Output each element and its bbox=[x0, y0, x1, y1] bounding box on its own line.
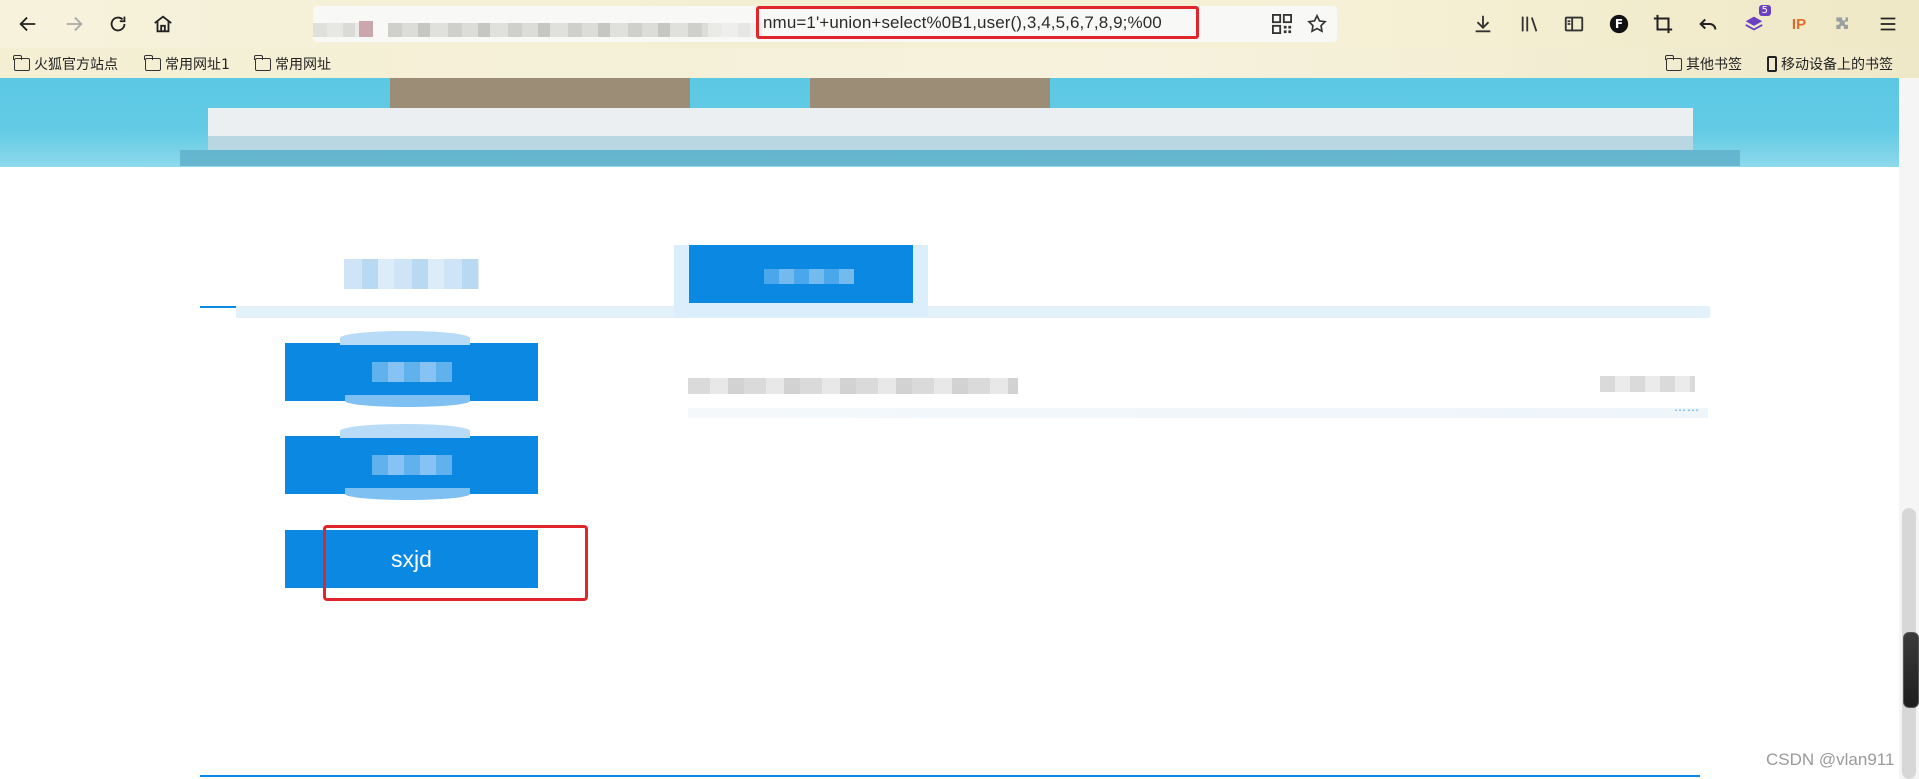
menu-button[interactable] bbox=[1875, 11, 1901, 37]
bookmark-label: 移动设备上的书签 bbox=[1781, 57, 1893, 73]
banner-blurred-image bbox=[810, 78, 1050, 108]
content-divider bbox=[688, 408, 1708, 418]
url-query-highlight: nmu=1'+union+select%0B1,user(),3,4,5,6,7… bbox=[756, 6, 1199, 39]
puzzle-icon bbox=[1836, 17, 1848, 29]
more-link[interactable]: …… bbox=[1674, 400, 1700, 414]
blur-artifact bbox=[345, 395, 470, 407]
side-button-2[interactable] bbox=[285, 424, 538, 500]
crop-icon bbox=[1653, 14, 1673, 34]
arrow-left-icon bbox=[19, 16, 36, 32]
tab-underline bbox=[200, 306, 236, 308]
sidebar-icon bbox=[1564, 16, 1584, 32]
blur-artifact bbox=[340, 331, 470, 345]
bookmark-folder-common-1[interactable]: 常用网址1 bbox=[144, 54, 230, 74]
side-button-blurred-label bbox=[371, 455, 452, 475]
download-button[interactable] bbox=[1470, 11, 1496, 37]
reload-icon bbox=[110, 16, 126, 32]
profile-initial: F bbox=[1614, 17, 1624, 31]
banner-blurred-nav bbox=[208, 136, 1693, 150]
layers-icon bbox=[1745, 16, 1763, 31]
floating-widget[interactable] bbox=[1903, 632, 1919, 708]
side-button-1[interactable] bbox=[285, 331, 538, 407]
ip-extension-button[interactable]: IP bbox=[1786, 11, 1812, 37]
bookmark-folder-common[interactable]: 常用网址 bbox=[254, 54, 331, 74]
bookmark-label: 火狐官方站点 bbox=[34, 57, 118, 73]
content-blurred-date bbox=[1600, 376, 1695, 392]
back-button[interactable] bbox=[14, 10, 42, 38]
menu-icon bbox=[1880, 17, 1896, 31]
bookmarks-bar: 火狐官方站点 常用网址1 常用网址 其他书签 移动设备上的书签 bbox=[0, 48, 1919, 78]
tab-blurred-left[interactable] bbox=[344, 259, 479, 289]
browser-toolbar: nmu=1'+union+select%0B1,user(),3,4,5,6,7… bbox=[0, 0, 1919, 48]
arrow-right-icon bbox=[66, 16, 83, 32]
forward-button[interactable] bbox=[60, 10, 88, 38]
bookmark-folder-mobile[interactable]: 移动设备上的书签 bbox=[1767, 54, 1893, 74]
footer-divider bbox=[200, 775, 1700, 777]
undo-icon bbox=[1699, 18, 1717, 30]
banner-blurred-image bbox=[390, 78, 690, 108]
extension-puzzle-button[interactable] bbox=[1830, 11, 1856, 37]
bookmark-folder-firefox[interactable]: 火狐官方站点 bbox=[13, 54, 118, 74]
url-query-text: nmu=1'+union+select%0B1,user(),3,4,5,6,7… bbox=[763, 12, 1162, 32]
crop-extension-button[interactable] bbox=[1650, 11, 1676, 37]
bookmark-folder-other[interactable]: 其他书签 bbox=[1665, 54, 1742, 74]
bookmark-star-button[interactable] bbox=[1306, 13, 1328, 35]
folder-icon bbox=[144, 54, 161, 71]
download-icon bbox=[1475, 15, 1491, 33]
site-favicon bbox=[359, 21, 373, 37]
profile-extension-button[interactable]: F bbox=[1606, 11, 1632, 37]
home-button[interactable] bbox=[149, 10, 177, 38]
library-icon bbox=[1521, 16, 1538, 32]
blur-artifact bbox=[340, 424, 470, 438]
bookmark-label: 其他书签 bbox=[1686, 57, 1742, 73]
side-button-blurred-label bbox=[371, 362, 452, 382]
content-blurred-title[interactable] bbox=[688, 378, 1018, 394]
tab-active[interactable] bbox=[674, 245, 928, 318]
folder-icon bbox=[1665, 54, 1682, 71]
blur-artifact bbox=[345, 488, 470, 500]
qr-code-button[interactable] bbox=[1271, 13, 1293, 35]
url-blurred-part bbox=[708, 23, 763, 37]
home-icon bbox=[154, 15, 172, 33]
folder-icon bbox=[254, 54, 271, 71]
ip-badge: IP bbox=[1791, 15, 1807, 33]
sidebar-button[interactable] bbox=[1561, 11, 1587, 37]
bookmark-label: 常用网址1 bbox=[165, 57, 230, 73]
library-button[interactable] bbox=[1517, 11, 1543, 37]
bookmark-label: 常用网址 bbox=[275, 57, 331, 73]
tab-blurred-label bbox=[764, 269, 854, 284]
extension-badge: 5 bbox=[1758, 5, 1771, 16]
layers-extension-button[interactable]: 5 bbox=[1741, 5, 1771, 37]
watermark: CSDN @vlan911 bbox=[1766, 750, 1895, 769]
folder-icon bbox=[13, 54, 30, 71]
reload-button[interactable] bbox=[104, 10, 132, 38]
page-banner bbox=[0, 78, 1919, 167]
mobile-device-icon bbox=[1767, 56, 1777, 72]
undo-extension-button[interactable] bbox=[1695, 11, 1721, 37]
tab-bar bbox=[236, 306, 1710, 318]
tab-active-fill bbox=[689, 245, 913, 303]
banner-blurred-nav bbox=[180, 150, 1740, 166]
highlight-box bbox=[323, 525, 588, 601]
qr-code-icon bbox=[1272, 14, 1292, 34]
url-blurred-part bbox=[388, 23, 708, 37]
banner-blurred-nav bbox=[208, 108, 1693, 136]
star-icon bbox=[1307, 13, 1327, 33]
